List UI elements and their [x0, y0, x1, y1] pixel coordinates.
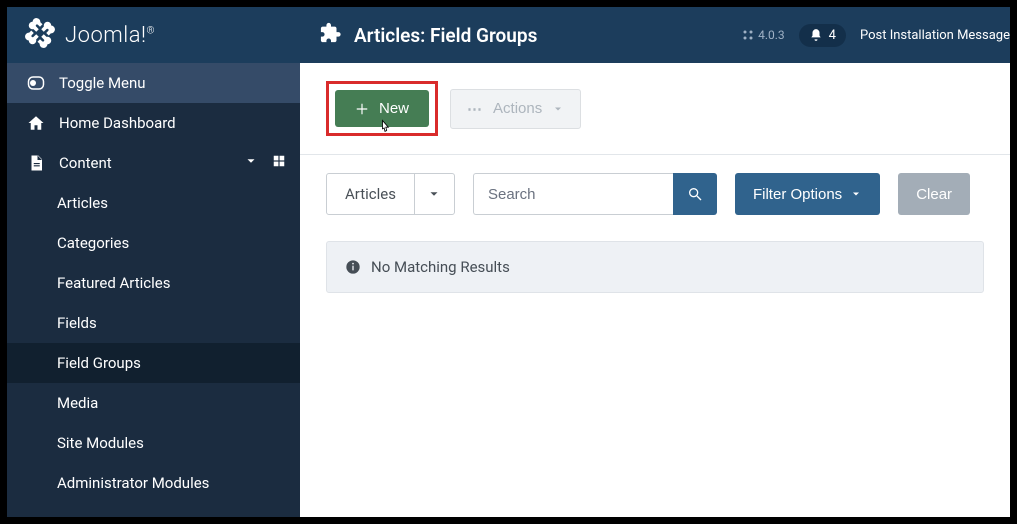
main-content: New ⋯ Actions Articles [300, 63, 1010, 517]
toolbar: New ⋯ Actions [300, 63, 1010, 155]
search-button[interactable] [673, 173, 717, 215]
new-button[interactable]: New [335, 90, 429, 127]
page-title-group: Articles: Field Groups [300, 22, 537, 48]
sidebar-item-site-modules[interactable]: Site Modules [7, 423, 300, 463]
version-text: 4.0.3 [758, 28, 785, 42]
sidebar-item-content[interactable]: Content [7, 143, 300, 183]
chevron-down-icon [850, 188, 862, 200]
filter-bar: Articles Filter Options Clear [300, 155, 1010, 215]
header-right: 4.0.3 4 Post Installation Message [742, 24, 1010, 47]
puzzle-icon [320, 22, 342, 48]
plus-icon [355, 102, 369, 116]
sidebar-item-label: Articles [57, 194, 108, 212]
brand-name: Joomla!® [65, 23, 155, 48]
chevron-down-icon [414, 174, 454, 214]
actions-button: ⋯ Actions [450, 89, 581, 129]
content-label: Content [59, 154, 244, 172]
toggle-label: Toggle Menu [59, 74, 286, 92]
sidebar-item-administrator-modules[interactable]: Administrator Modules [7, 463, 300, 503]
sidebar-item-categories[interactable]: Categories [7, 223, 300, 263]
sidebar-item-media[interactable]: Media [7, 383, 300, 423]
info-icon [345, 259, 361, 275]
search-icon [687, 186, 703, 202]
chevron-down-icon [552, 103, 564, 115]
sidebar-item-label: Featured Articles [57, 274, 171, 292]
notifications-button[interactable]: 4 [799, 24, 846, 47]
brand: Joomla!® [7, 18, 300, 52]
sidebar-item-label: Categories [57, 234, 129, 252]
sidebar-item-label: Fields [57, 314, 97, 332]
ellipsis-icon: ⋯ [467, 100, 483, 118]
sidebar-item-home[interactable]: Home Dashboard [7, 103, 300, 143]
sidebar: Toggle Menu Home Dashboard Content Artic… [7, 63, 300, 517]
filter-options-button[interactable]: Filter Options [735, 173, 880, 215]
sidebar-item-featured-articles[interactable]: Featured Articles [7, 263, 300, 303]
chevron-down-icon [244, 154, 258, 172]
joomla-logo-icon [25, 18, 55, 52]
sidebar-item-label: Site Modules [57, 434, 144, 452]
search-group [473, 173, 717, 215]
new-label: New [379, 100, 409, 117]
empty-text: No Matching Results [371, 258, 510, 276]
sidebar-item-label: Field Groups [57, 354, 141, 372]
sidebar-item-label: Administrator Modules [57, 474, 209, 492]
sidebar-item-fields[interactable]: Fields [7, 303, 300, 343]
page-title: Articles: Field Groups [354, 24, 537, 47]
cursor-pointer-icon [375, 118, 395, 142]
grid-icon[interactable] [272, 154, 286, 172]
post-install-link[interactable]: Post Installation Message [860, 28, 1010, 43]
sidebar-item-articles[interactable]: Articles [7, 183, 300, 223]
app-header: Joomla!® Articles: Field Groups 4.0.3 4 … [7, 7, 1010, 63]
home-label: Home Dashboard [59, 114, 286, 132]
filter-options-label: Filter Options [753, 186, 842, 203]
toggle-menu[interactable]: Toggle Menu [7, 63, 300, 103]
toggle-icon [25, 74, 47, 92]
sidebar-item-field-groups[interactable]: Field Groups [7, 343, 300, 383]
version-badge[interactable]: 4.0.3 [742, 28, 785, 42]
home-icon [25, 114, 47, 132]
results-empty: No Matching Results [326, 241, 984, 293]
actions-label: Actions [493, 100, 542, 117]
file-icon [25, 154, 47, 172]
context-select[interactable]: Articles [326, 173, 455, 215]
search-input[interactable] [473, 173, 673, 215]
context-value: Articles [327, 185, 414, 203]
new-button-highlight: New [326, 81, 438, 136]
notif-count: 4 [829, 28, 836, 43]
clear-button[interactable]: Clear [898, 173, 970, 215]
sidebar-item-label: Media [57, 394, 98, 412]
